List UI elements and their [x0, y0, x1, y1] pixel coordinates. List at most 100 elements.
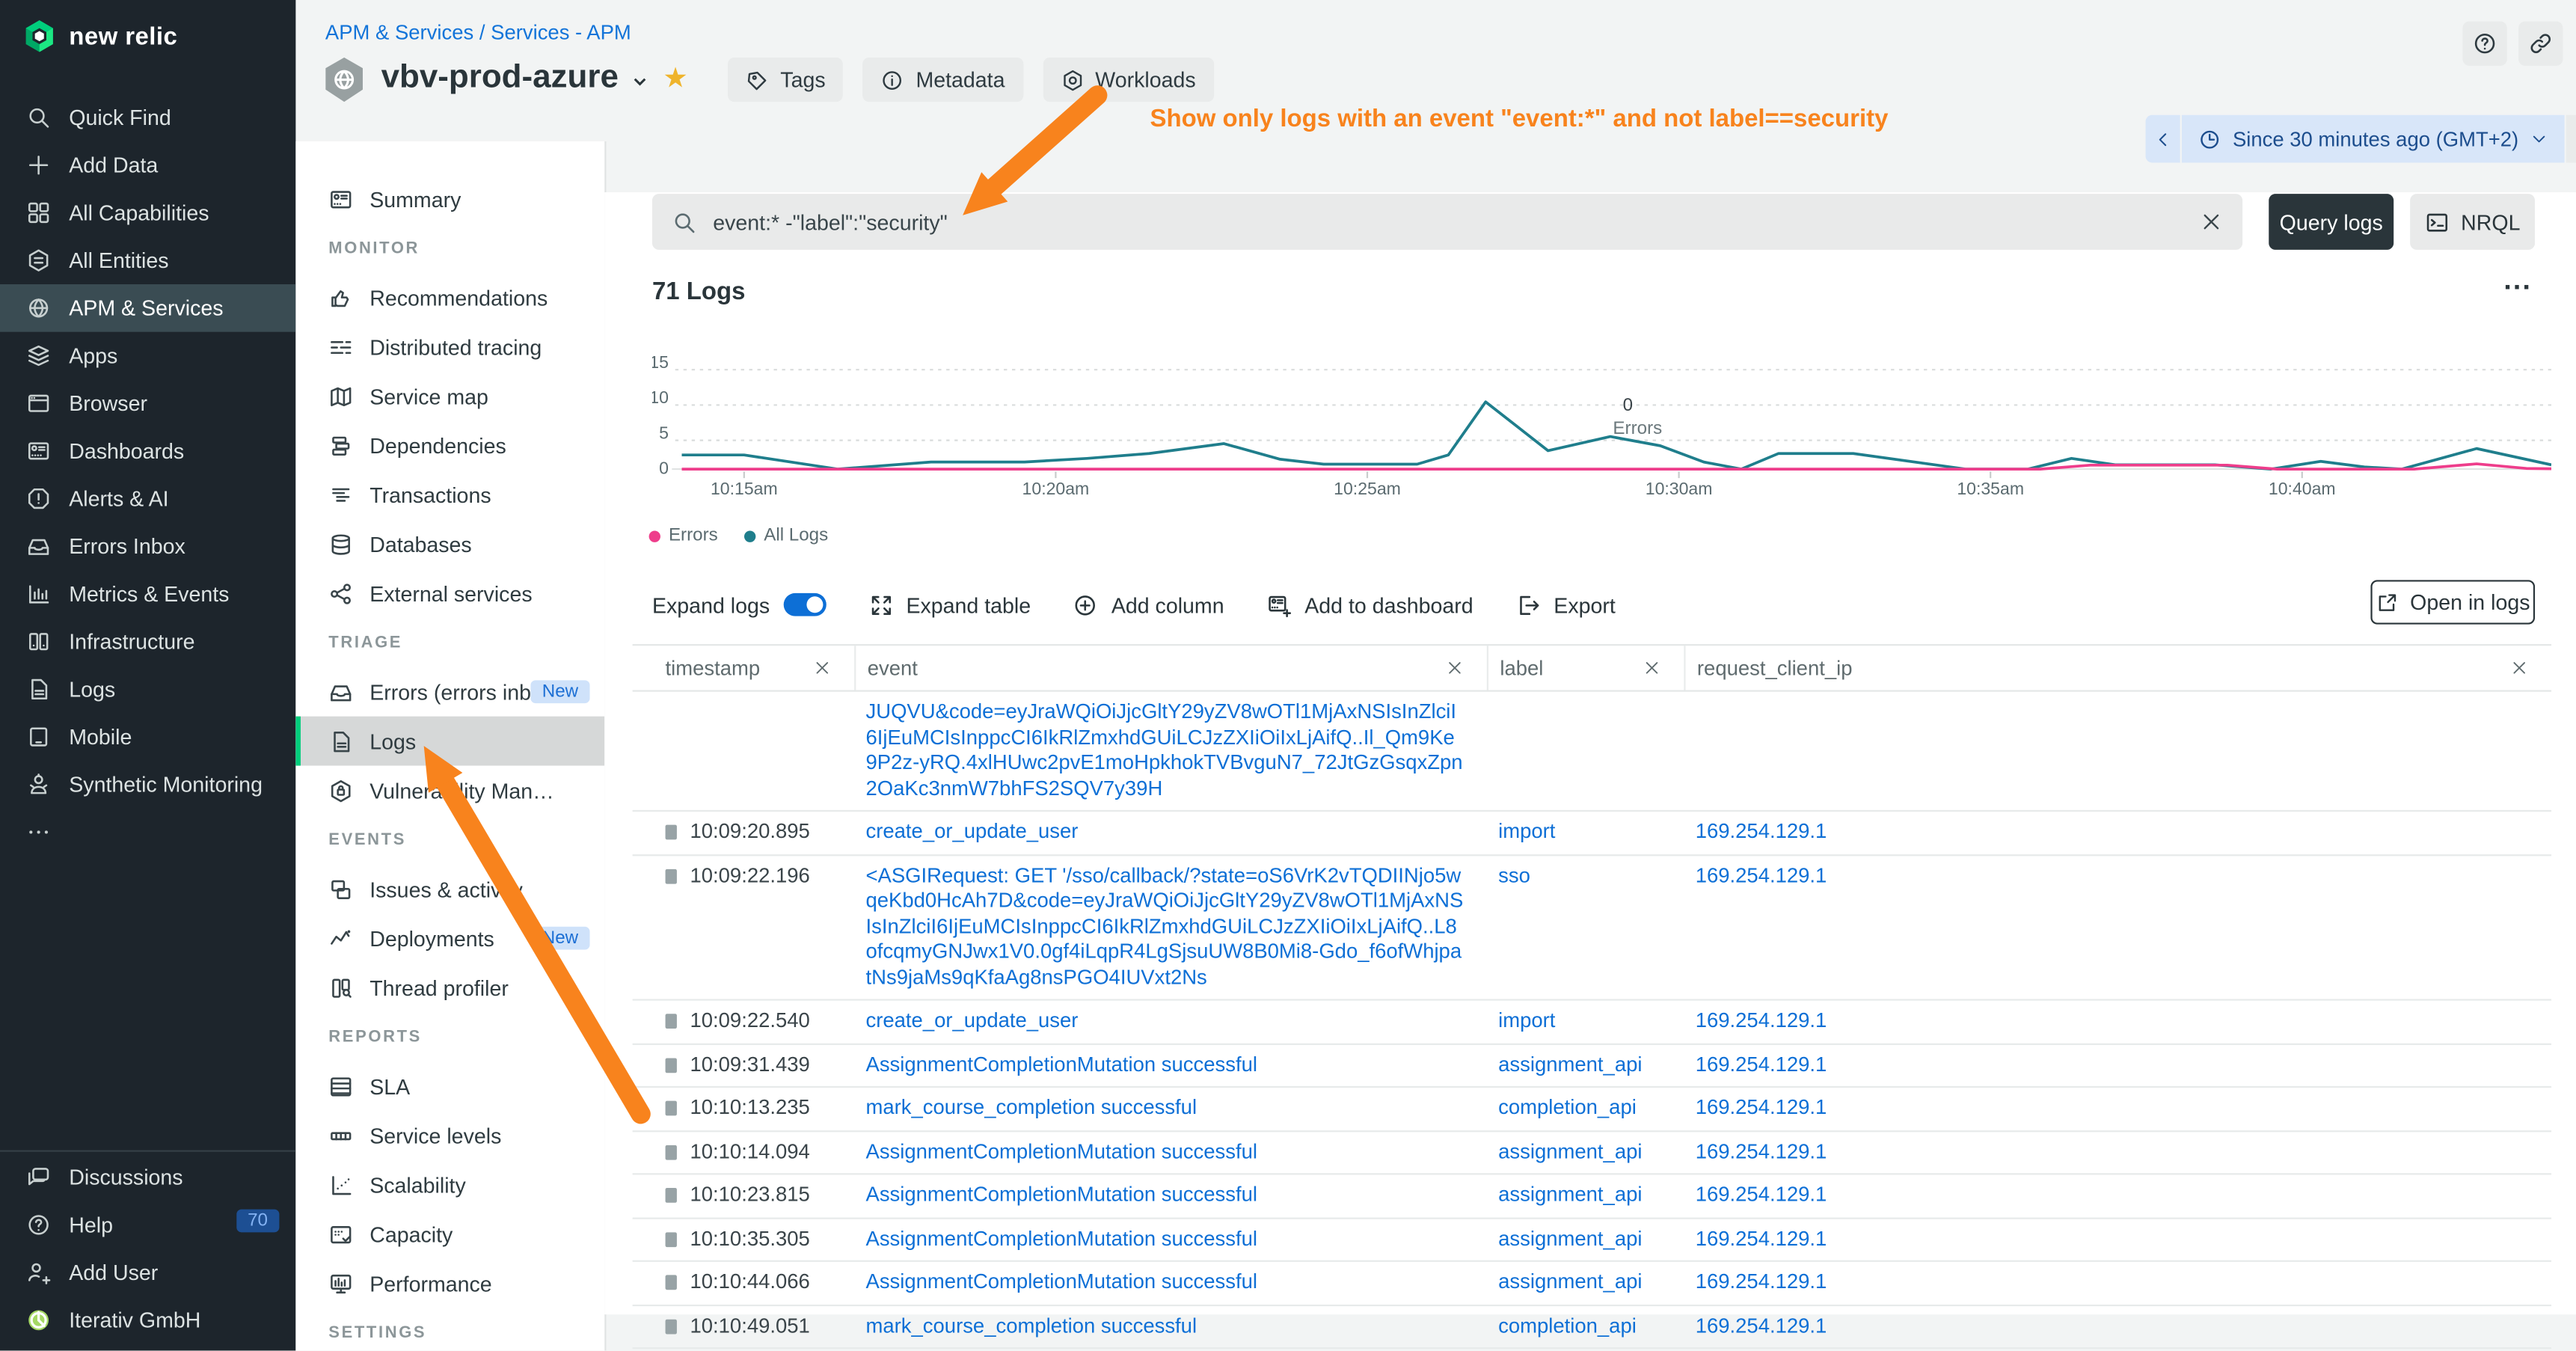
table-row[interactable]: 10:09:31.439AssignmentCompletionMutation…	[633, 1044, 2551, 1088]
sidebar-footer-discussions[interactable]: Discussions	[0, 1154, 295, 1201]
table-row[interactable]: 10:09:22.196<ASGIRequest: GET '/sso/call…	[633, 855, 2551, 1000]
cell-request-client-ip[interactable]: 169.254.129.1	[1684, 855, 2551, 999]
nav-item-errors-errors-inb-[interactable]: Errors (errors inb...New	[295, 667, 604, 717]
sidebar-item-alerts-ai[interactable]: Alerts & AI	[0, 475, 295, 523]
column-header-timestamp[interactable]: timestamp	[633, 646, 855, 690]
log-search-input[interactable]: event:* -"label":"security"	[652, 194, 2242, 250]
permalink-button[interactable]	[2518, 22, 2563, 66]
nav-item-logs[interactable]: Logs	[295, 717, 604, 766]
nav-item-distributed-tracing[interactable]: Distributed tracing	[295, 322, 604, 372]
nav-item-thread-profiler[interactable]: Thread profiler	[295, 963, 604, 1012]
table-row[interactable]: 10:10:13.235mark_course_completion succe…	[633, 1088, 2551, 1131]
sidebar-item-browser[interactable]: Browser	[0, 379, 295, 427]
cell-event[interactable]: mark_course_completion successful	[854, 1305, 1487, 1347]
cell-request-client-ip[interactable]: 169.254.129.1	[1684, 1131, 2551, 1173]
remove-column-icon[interactable]	[1446, 659, 1464, 677]
cell-event[interactable]: AssignmentCompletionMutation successful	[854, 1174, 1487, 1216]
sidebar-footer-help[interactable]: Help70	[0, 1201, 295, 1249]
sidebar-item-mobile[interactable]: Mobile	[0, 713, 295, 761]
toolbar-add-to-dashboard[interactable]: Add to dashboard	[1267, 592, 1473, 617]
nav-item-performance[interactable]: Performance	[295, 1258, 604, 1308]
column-header-event[interactable]: event	[854, 646, 1487, 690]
tags-button[interactable]: Tags	[728, 58, 844, 102]
cell-event[interactable]: AssignmentCompletionMutation successful	[854, 1262, 1487, 1304]
cell-event[interactable]: AssignmentCompletionMutation successful	[854, 1219, 1487, 1260]
sidebar-footer-add-user[interactable]: Add User	[0, 1249, 295, 1296]
cell-request-client-ip[interactable]: 169.254.129.1	[1684, 1001, 2551, 1043]
cell-label[interactable]: completion_api	[1487, 1088, 1684, 1130]
cell-request-client-ip[interactable]: 169.254.129.1	[1684, 1262, 2551, 1304]
cell-request-client-ip[interactable]	[1684, 692, 2551, 810]
cell-label[interactable]: assignment_api	[1487, 1131, 1684, 1173]
cell-event[interactable]: create_or_update_user	[854, 1001, 1487, 1043]
toolbar-add-column[interactable]: Add column	[1073, 592, 1224, 617]
nrql-button[interactable]: NRQL	[2410, 194, 2535, 250]
table-row[interactable]: 10:10:44.066AssignmentCompletionMutation…	[633, 1262, 2551, 1305]
column-header-request_client_ip[interactable]: request_client_ip	[1684, 646, 2551, 690]
logs-timeseries-chart[interactable]: 05101510:15am10:20am10:25am10:30am10:35a…	[652, 328, 2551, 503]
help-button[interactable]	[2462, 22, 2506, 66]
sidebar-item-more[interactable]	[0, 809, 295, 857]
sidebar-item-metrics-events[interactable]: Metrics & Events	[0, 570, 295, 618]
cell-label[interactable]: assignment_api	[1487, 1262, 1684, 1304]
cell-event[interactable]: JUQVU&code=eyJraWQiOiJjcGltY29yZV8wOTl1M…	[854, 692, 1487, 810]
nav-item-transactions[interactable]: Transactions	[295, 470, 604, 519]
table-row[interactable]: 10:10:14.094AssignmentCompletionMutation…	[633, 1131, 2551, 1174]
clear-search-icon[interactable]	[2200, 210, 2223, 233]
table-row[interactable]: 10:10:23.815AssignmentCompletionMutation…	[633, 1174, 2551, 1218]
cell-request-client-ip[interactable]: 169.254.129.1	[1684, 1305, 2551, 1347]
sidebar-item-synthetic-monitoring[interactable]: Synthetic Monitoring	[0, 761, 295, 809]
cell-label[interactable]: assignment_api	[1487, 1349, 1684, 1350]
table-row[interactable]: 10:10:35.305AssignmentCompletionMutation…	[633, 1219, 2551, 1262]
cell-label[interactable]: assignment_api	[1487, 1044, 1684, 1086]
cell-event[interactable]: AssignmentCompletionMutation successful	[854, 1131, 1487, 1173]
cell-request-client-ip[interactable]: 169.254.129.1	[1684, 1174, 2551, 1216]
table-row[interactable]: JUQVU&code=eyJraWQiOiJjcGltY29yZV8wOTl1M…	[633, 692, 2551, 812]
favorite-star-icon[interactable]: ★	[663, 61, 687, 94]
panel-overflow-menu[interactable]: ...	[2503, 265, 2532, 298]
cell-event[interactable]: AssignmentCompletionMutation successful	[854, 1044, 1487, 1086]
remove-column-icon[interactable]	[1643, 659, 1660, 677]
column-header-label[interactable]: label	[1487, 646, 1684, 690]
nav-item-capacity[interactable]: Capacity	[295, 1210, 604, 1259]
nav-item-issues-activity[interactable]: Issues & activity	[295, 864, 604, 913]
table-row[interactable]: 10:11:00.311AssignmentCompletionMutation…	[633, 1349, 2551, 1350]
cell-event[interactable]: <ASGIRequest: GET '/sso/callback/?state=…	[854, 855, 1487, 999]
time-back-button[interactable]	[2146, 115, 2180, 163]
time-forward-button[interactable]	[2566, 115, 2576, 163]
sidebar-item-dashboards[interactable]: Dashboards	[0, 427, 295, 475]
nav-item-service-levels[interactable]: Service levels	[295, 1111, 604, 1160]
cell-request-client-ip[interactable]: 169.254.129.1	[1684, 1088, 2551, 1130]
cell-label[interactable]: import	[1487, 1001, 1684, 1043]
query-logs-button[interactable]: Query logs	[2269, 194, 2393, 250]
expand-logs-toggle[interactable]	[783, 593, 826, 616]
cell-event[interactable]: AssignmentCompletionMutation successful	[854, 1349, 1487, 1350]
nav-item-vulnerability-management[interactable]: Vulnerability Management	[295, 766, 604, 815]
cell-request-client-ip[interactable]: 169.254.129.1	[1684, 812, 2551, 854]
nav-item-deployments[interactable]: DeploymentsNew	[295, 913, 604, 963]
sidebar-item-quick-find[interactable]: Quick Find	[0, 94, 295, 141]
cell-label[interactable]: assignment_api	[1487, 1174, 1684, 1216]
toolbar-expand-table[interactable]: Expand table	[868, 592, 1031, 617]
breadcrumb-services-apm[interactable]: Services - APM	[491, 22, 631, 45]
table-row[interactable]: 10:09:20.895create_or_update_userimport1…	[633, 812, 2551, 855]
nav-item-sla[interactable]: SLA	[295, 1062, 604, 1111]
breadcrumb-apm-services[interactable]: APM & Services	[325, 22, 473, 45]
cell-label[interactable]: import	[1487, 812, 1684, 854]
table-row[interactable]: 10:10:49.051mark_course_completion succe…	[633, 1305, 2551, 1349]
remove-column-icon[interactable]	[813, 659, 831, 677]
sidebar-item-infrastructure[interactable]: Infrastructure	[0, 618, 295, 666]
time-range-dropdown[interactable]: Since 30 minutes ago (GMT+2)	[2182, 115, 2565, 163]
sidebar-item-errors-inbox[interactable]: Errors Inbox	[0, 522, 295, 570]
toolbar-export[interactable]: Export	[1516, 592, 1616, 617]
sidebar-item-logs[interactable]: Logs	[0, 666, 295, 714]
nav-item-summary[interactable]: Summary	[295, 174, 604, 224]
new-relic-logo[interactable]: new relic	[22, 18, 178, 54]
cell-request-client-ip[interactable]: 169.254.129.1	[1684, 1044, 2551, 1086]
nav-item-recommendations[interactable]: Recommendations	[295, 273, 604, 322]
cell-event[interactable]: create_or_update_user	[854, 812, 1487, 854]
nav-item-scalability[interactable]: Scalability	[295, 1160, 604, 1210]
cell-label[interactable]: completion_api	[1487, 1305, 1684, 1347]
cell-label[interactable]	[1487, 692, 1684, 810]
nav-item-databases[interactable]: Databases	[295, 519, 604, 569]
